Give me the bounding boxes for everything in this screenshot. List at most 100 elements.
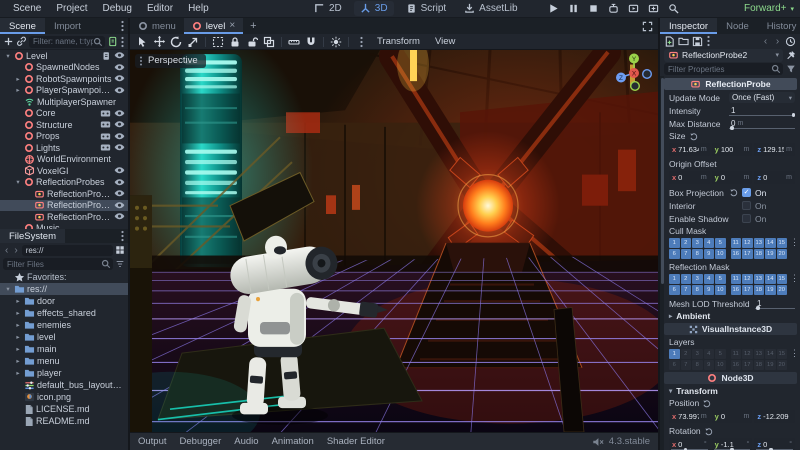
- node-red-icon[interactable]: [707, 373, 717, 383]
- scene-node-lights[interactable]: Lights: [0, 142, 128, 154]
- menu-project[interactable]: Project: [49, 2, 94, 15]
- layer-cell-7[interactable]: 7: [680, 285, 691, 295]
- layer-cell-17[interactable]: 17: [742, 360, 753, 370]
- rotation-vector-z-field[interactable]: z 0 °: [754, 438, 796, 450]
- layer-cell-15[interactable]: 15: [776, 238, 787, 248]
- scene-node-props[interactable]: Props: [0, 131, 128, 143]
- tab-scene[interactable]: Scene: [0, 18, 45, 34]
- group-badge-icon[interactable]: [100, 143, 111, 152]
- scene-node-level[interactable]: ▾ Level: [0, 50, 128, 62]
- layer-cell-12[interactable]: 12: [742, 238, 753, 248]
- stop-button[interactable]: [586, 2, 600, 16]
- eye-icon[interactable]: [114, 63, 125, 72]
- tree-arrow-icon[interactable]: ▸: [14, 309, 22, 317]
- workspace-script[interactable]: Script: [400, 1, 453, 16]
- eye-icon[interactable]: [114, 109, 125, 118]
- layer-cell-20[interactable]: 20: [776, 285, 787, 295]
- tree-arrow-icon[interactable]: ▸: [14, 86, 22, 94]
- script-attach-icon[interactable]: [107, 36, 118, 47]
- layer-cell-4[interactable]: 4: [703, 274, 714, 284]
- transform-menu[interactable]: Transform: [370, 36, 427, 47]
- layer-cell-19[interactable]: 19: [765, 285, 776, 295]
- perspective-menu[interactable]: Perspective: [135, 54, 206, 68]
- menu-debug[interactable]: Debug: [95, 2, 138, 15]
- layer-cell-3[interactable]: 3: [692, 238, 703, 248]
- layer-cell-20[interactable]: 20: [776, 249, 787, 259]
- mesh-lod-field[interactable]: 1: [755, 298, 795, 310]
- revert-icon[interactable]: [689, 132, 698, 141]
- revert-icon[interactable]: [704, 427, 713, 436]
- layer-cell-13[interactable]: 13: [753, 274, 764, 284]
- dots-v-icon[interactable]: [120, 36, 125, 48]
- tree-arrow-icon[interactable]: ▾: [4, 285, 12, 293]
- layer-cell-1[interactable]: 1: [669, 274, 680, 284]
- unlock-button[interactable]: [244, 35, 260, 49]
- layer-cell-7[interactable]: 7: [680, 249, 691, 259]
- tree-arrow-icon[interactable]: ▸: [14, 333, 22, 341]
- layer-cell-6[interactable]: 6: [669, 249, 680, 259]
- filesystem-options-icon[interactable]: [120, 230, 125, 242]
- bottom-tab-animation[interactable]: Animation: [272, 436, 314, 447]
- layer-cell-13[interactable]: 13: [753, 238, 764, 248]
- layer-cell-20[interactable]: 20: [776, 360, 787, 370]
- workspace-2d[interactable]: 2D: [308, 1, 348, 16]
- scene-node-playerspawnpoints[interactable]: ▸ PlayerSpawnpoints: [0, 85, 128, 97]
- menu-editor[interactable]: Editor: [140, 2, 180, 15]
- cursor-button[interactable]: [134, 35, 150, 49]
- eye-icon[interactable]: [114, 74, 125, 83]
- fs-item-license-md[interactable]: LICENSE.md: [0, 403, 128, 415]
- rotation-vector-y-field[interactable]: y -1.1 °: [711, 438, 753, 450]
- scene-node-reflectionprobe3[interactable]: ReflectionProbe3: [0, 211, 128, 223]
- fs-item-icon-png[interactable]: icon.png: [0, 391, 128, 403]
- sun-button[interactable]: [328, 35, 344, 49]
- layer-cell-1[interactable]: 1: [669, 349, 680, 359]
- vi-icon[interactable]: [689, 325, 698, 334]
- cull-mask-options-icon[interactable]: ⋮: [790, 237, 799, 248]
- layer-cell-10[interactable]: 10: [715, 249, 726, 259]
- layer-cell-4[interactable]: 4: [703, 238, 714, 248]
- group-badge-icon[interactable]: [100, 109, 111, 118]
- section-transform[interactable]: ▾ Transform: [669, 385, 795, 397]
- intensity-field[interactable]: 1: [729, 105, 795, 117]
- layer-cell-8[interactable]: 8: [692, 285, 703, 295]
- fs-item-main[interactable]: ▸ main: [0, 343, 128, 355]
- group-button[interactable]: [261, 35, 277, 49]
- scene-tab-level[interactable]: level ×: [183, 18, 244, 34]
- origin-offset-vector-y-field[interactable]: y0m: [711, 171, 753, 184]
- layer-cell-19[interactable]: 19: [765, 360, 776, 370]
- nav-back-button[interactable]: ‹: [3, 245, 10, 256]
- group-badge-icon[interactable]: [100, 120, 111, 129]
- workspace-3d[interactable]: 3D: [353, 1, 394, 16]
- scene-tab-menu[interactable]: menu: [130, 18, 184, 34]
- scale-button[interactable]: [185, 35, 201, 49]
- new-resource-icon[interactable]: [664, 35, 675, 47]
- eye-icon[interactable]: [114, 212, 125, 221]
- layer-cell-5[interactable]: 5: [715, 349, 726, 359]
- layer-cell-2[interactable]: 2: [680, 238, 691, 248]
- box-projection-checkbox[interactable]: ✓: [742, 188, 751, 197]
- run-custom-scene-button[interactable]: [646, 2, 660, 16]
- reflection-mask-options-icon[interactable]: ⋮: [790, 273, 799, 284]
- movie-maker-button[interactable]: [666, 2, 680, 16]
- fs-item-level[interactable]: ▸ level: [0, 331, 128, 343]
- inspector-scrollbar[interactable]: [660, 76, 664, 450]
- layer-cell-18[interactable]: 18: [753, 285, 764, 295]
- section-node3d[interactable]: Node3D: [664, 372, 797, 384]
- move-button[interactable]: [151, 35, 167, 49]
- section-ambient[interactable]: ▸ Ambient: [669, 310, 795, 322]
- position-vector-z-field[interactable]: z -12.209: [754, 410, 796, 423]
- revert-icon[interactable]: [729, 188, 738, 197]
- viewport[interactable]: Perspective Y Z X: [130, 50, 658, 432]
- folder-open-icon[interactable]: [678, 36, 689, 46]
- lock-button[interactable]: [227, 35, 243, 49]
- eye-icon[interactable]: [114, 132, 125, 141]
- tree-arrow-icon[interactable]: ▸: [14, 75, 22, 83]
- expand-viewport-icon[interactable]: [642, 21, 653, 32]
- probe-icon[interactable]: [690, 79, 701, 89]
- eye-icon[interactable]: [114, 189, 125, 198]
- layer-cell-11[interactable]: 11: [730, 349, 741, 359]
- fs-item-effects-shared[interactable]: ▸ effects_shared: [0, 307, 128, 319]
- layer-cell-9[interactable]: 9: [703, 360, 714, 370]
- update-mode-select[interactable]: Once (Fast) ▾: [729, 92, 795, 103]
- group-badge-icon[interactable]: [100, 132, 111, 141]
